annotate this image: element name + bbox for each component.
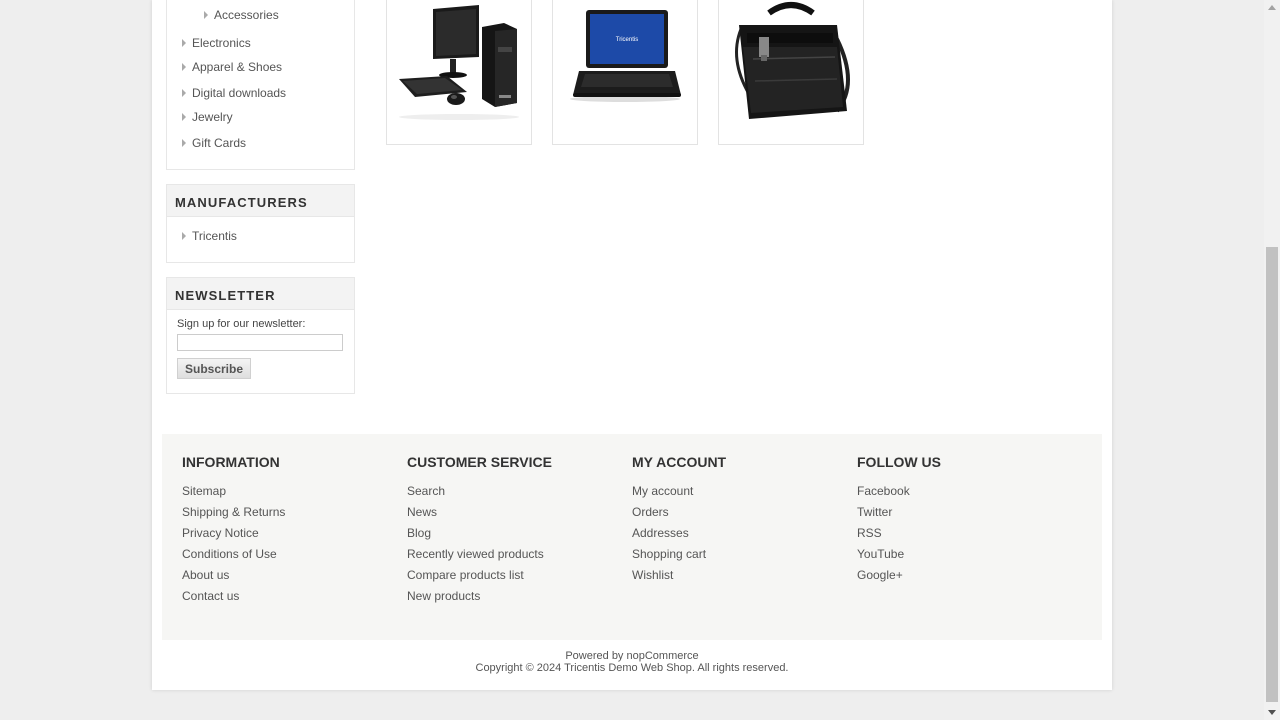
footer-column-title: INFORMATION xyxy=(182,454,280,470)
category-item-gift-cards[interactable]: Gift Cards xyxy=(182,136,246,150)
footer-column-customer-service: CUSTOMER SERVICE Search News Blog Recent… xyxy=(407,454,627,610)
category-label[interactable]: Jewelry xyxy=(192,110,233,124)
footer-link-youtube[interactable]: YouTube xyxy=(857,547,1077,568)
footer-link-facebook[interactable]: Facebook xyxy=(857,484,1077,505)
footer-link-shipping-returns[interactable]: Shipping & Returns xyxy=(182,505,402,526)
page-master: Accessories Electronics Apparel & Shoes … xyxy=(152,0,1112,690)
footer-link-privacy-notice[interactable]: Privacy Notice xyxy=(182,526,402,547)
product-item-desktop[interactable] xyxy=(386,0,532,145)
manufacturers-title: MANUFACTURERS xyxy=(167,185,354,217)
subscribe-button[interactable]: Subscribe xyxy=(177,358,251,379)
powered-by-text[interactable]: Powered by nopCommerce xyxy=(152,650,1112,662)
product-image-desktop-computer[interactable] xyxy=(387,0,531,143)
category-item-accessories[interactable]: Accessories xyxy=(204,8,279,22)
laptop-screen-text: Tricentis xyxy=(616,37,638,43)
category-label[interactable]: Accessories xyxy=(214,8,279,22)
footer-column-my-account: MY ACCOUNT My account Orders Addresses S… xyxy=(632,454,852,589)
category-item-electronics[interactable]: Electronics xyxy=(182,36,251,50)
scroll-up-icon[interactable] xyxy=(1264,0,1280,17)
footer-link-new-products[interactable]: New products xyxy=(407,589,627,610)
footer-link-addresses[interactable]: Addresses xyxy=(632,526,852,547)
newsletter-title: NEWSLETTER xyxy=(167,278,354,310)
manufacturer-item-tricentis[interactable]: Tricentis xyxy=(182,229,237,243)
footer-link-twitter[interactable]: Twitter xyxy=(857,505,1077,526)
categories-block: Accessories Electronics Apparel & Shoes … xyxy=(166,0,355,170)
list-arrow-icon xyxy=(204,11,208,19)
footer-link-compare-products[interactable]: Compare products list xyxy=(407,568,627,589)
product-image-laptop-bag[interactable] xyxy=(719,0,863,143)
list-arrow-icon xyxy=(182,89,186,97)
footer-column-title: CUSTOMER SERVICE xyxy=(407,454,552,470)
newsletter-block: NEWSLETTER Sign up for our newsletter: S… xyxy=(166,277,355,394)
footer-link-news[interactable]: News xyxy=(407,505,627,526)
footer-column-title: FOLLOW US xyxy=(857,454,941,470)
product-item-laptop[interactable]: Tricentis xyxy=(552,0,698,145)
footer-link-contact-us[interactable]: Contact us xyxy=(182,589,402,610)
footer-link-sitemap[interactable]: Sitemap xyxy=(182,484,402,505)
footer-link-orders[interactable]: Orders xyxy=(632,505,852,526)
product-image-laptop[interactable]: Tricentis xyxy=(553,0,697,143)
list-arrow-icon xyxy=(182,232,186,240)
newsletter-email-input[interactable] xyxy=(177,334,343,351)
footer-link-blog[interactable]: Blog xyxy=(407,526,627,547)
list-arrow-icon xyxy=(182,63,186,71)
footer-link-rss[interactable]: RSS xyxy=(857,526,1077,547)
footer-link-shopping-cart[interactable]: Shopping cart xyxy=(632,547,852,568)
list-arrow-icon xyxy=(182,113,186,121)
list-arrow-icon xyxy=(182,139,186,147)
footer-column-title: MY ACCOUNT xyxy=(632,454,727,470)
copyright-text: Copyright © 2024 Tricentis Demo Web Shop… xyxy=(475,662,789,674)
category-label[interactable]: Electronics xyxy=(192,36,251,50)
footer-link-my-account[interactable]: My account xyxy=(632,484,852,505)
category-label[interactable]: Apparel & Shoes xyxy=(192,60,282,74)
category-item-jewelry[interactable]: Jewelry xyxy=(182,110,233,124)
page-scrollbar[interactable] xyxy=(1264,0,1280,720)
footer-link-search[interactable]: Search xyxy=(407,484,627,505)
scrollbar-thumb[interactable] xyxy=(1266,247,1278,702)
newsletter-label: Sign up for our newsletter: xyxy=(177,318,306,330)
footer: INFORMATION Sitemap Shipping & Returns P… xyxy=(162,434,1102,640)
category-label[interactable]: Gift Cards xyxy=(192,136,246,150)
footer-column-follow-us: FOLLOW US Facebook Twitter RSS YouTube G… xyxy=(857,454,1077,589)
footer-column-information: INFORMATION Sitemap Shipping & Returns P… xyxy=(182,454,402,610)
manufacturers-block: MANUFACTURERS Tricentis xyxy=(166,184,355,263)
manufacturer-label[interactable]: Tricentis xyxy=(192,229,237,243)
footer-link-wishlist[interactable]: Wishlist xyxy=(632,568,852,589)
product-item-laptop-bag[interactable] xyxy=(718,0,864,145)
footer-link-conditions-of-use[interactable]: Conditions of Use xyxy=(182,547,402,568)
category-item-digital-downloads[interactable]: Digital downloads xyxy=(182,86,286,100)
category-label[interactable]: Digital downloads xyxy=(192,86,286,100)
footer-link-google-plus[interactable]: Google+ xyxy=(857,568,1077,589)
footer-link-recently-viewed[interactable]: Recently viewed products xyxy=(407,547,627,568)
list-arrow-icon xyxy=(182,39,186,47)
footer-link-about-us[interactable]: About us xyxy=(182,568,402,589)
footer-powered-by: Powered by nopCommerce Copyright © 2024 … xyxy=(152,650,1112,674)
scroll-down-icon[interactable] xyxy=(1264,703,1280,720)
category-item-apparel-shoes[interactable]: Apparel & Shoes xyxy=(182,60,282,74)
